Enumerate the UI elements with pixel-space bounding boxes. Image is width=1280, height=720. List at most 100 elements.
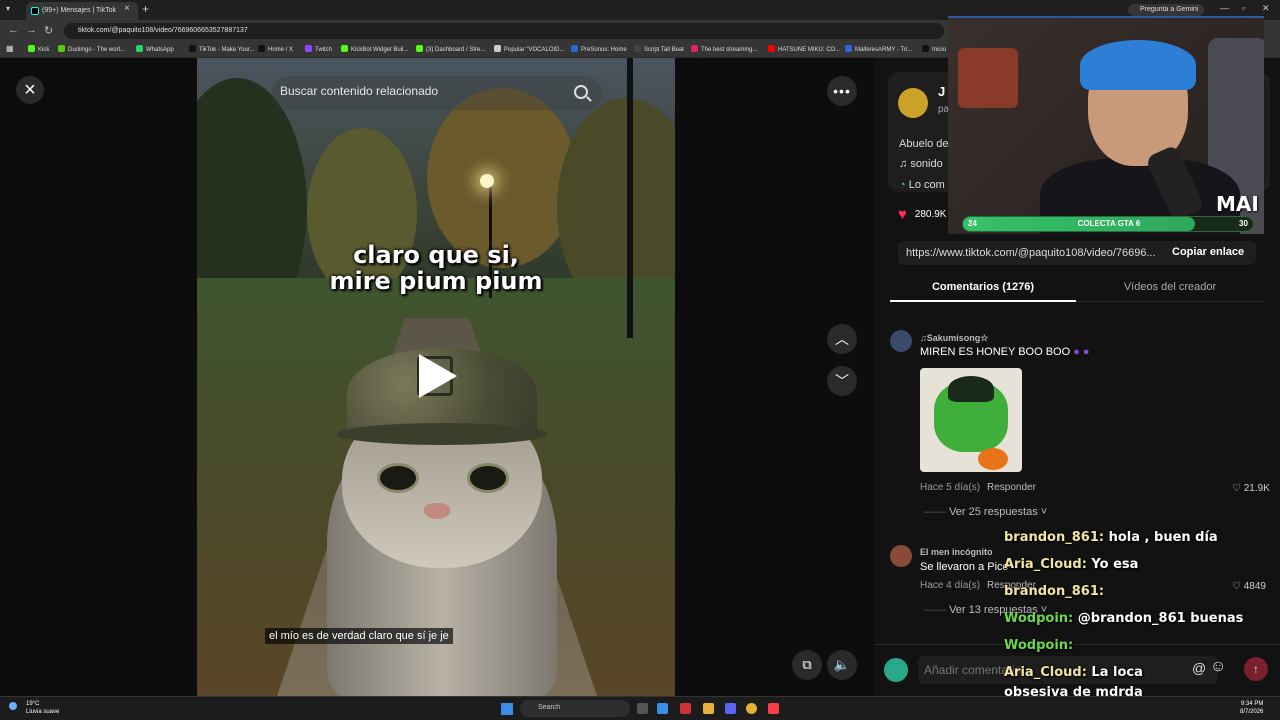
- comment-time: Hace 5 día(s): [920, 482, 981, 493]
- mention-icon[interactable]: @: [1192, 660, 1206, 676]
- bookmark-label: The best streaming...: [701, 47, 758, 53]
- new-tab-icon[interactable]: +: [142, 2, 149, 16]
- tab-comments[interactable]: Comentarios (1276): [890, 276, 1076, 302]
- bookmark-item[interactable]: KickBot Widget Buil...: [341, 45, 408, 53]
- chat-text: hola , buen día: [1108, 530, 1218, 545]
- bookmark-item[interactable]: PreSonus: Home: [571, 45, 627, 53]
- chevron-down-icon: ˅: [1037, 506, 1048, 518]
- edge-icon[interactable]: [657, 703, 668, 714]
- panel-tabs: Comentarios (1276) Vídeos del creador: [890, 276, 1264, 302]
- close-video-button[interactable]: ×: [16, 76, 44, 104]
- system-clock[interactable]: 9:34 PM 8/7/2026: [1240, 700, 1263, 716]
- reload-icon[interactable]: ↻: [44, 24, 53, 37]
- comment-username[interactable]: ♫Sakumisong☆: [920, 333, 988, 344]
- like-heart-icon: ♡: [1232, 581, 1244, 592]
- bookmark-item[interactable]: (3) Dashboard / Stre...: [416, 45, 485, 53]
- bookmark-favicon-icon: [768, 45, 775, 52]
- windows-start-icon[interactable]: [501, 703, 513, 715]
- bookmark-item[interactable]: Duolingo - The worl...: [58, 45, 125, 53]
- copy-link-button[interactable]: Copiar enlace: [1172, 246, 1244, 258]
- app-icon[interactable]: [680, 703, 691, 714]
- emoji-picker-icon[interactable]: ☺: [1210, 658, 1226, 676]
- tab-search-icon[interactable]: ▾: [6, 4, 10, 13]
- music-app-icon[interactable]: [768, 703, 779, 714]
- play-icon[interactable]: [419, 354, 457, 398]
- sound-row[interactable]: ♫ sonido: [899, 158, 943, 170]
- chat-text: Yo esa: [1091, 557, 1139, 572]
- volume-icon[interactable]: 🔈: [827, 650, 857, 680]
- collection-row[interactable]: ◔ Lo com: [899, 179, 945, 191]
- share-link-text: https://www.tiktok.com/@paquito108/video…: [906, 247, 1156, 259]
- comment-likes[interactable]: ♡ 4849: [1232, 581, 1266, 592]
- bookmark-item[interactable]: WhatsApp: [136, 45, 174, 53]
- previous-video-chevron-up-icon[interactable]: ︿: [827, 324, 857, 354]
- comment-sticker-image[interactable]: [920, 368, 1022, 472]
- comment-text: Se llevaron a Pico: [920, 561, 1009, 573]
- reply-button[interactable]: Responder: [987, 482, 1036, 493]
- mini-player-icon[interactable]: ⧉: [792, 650, 822, 680]
- bookmark-item[interactable]: Kick: [28, 45, 49, 53]
- more-options-icon[interactable]: •••: [827, 76, 857, 106]
- bookmark-item[interactable]: MaiferesARMY - Tri...: [845, 45, 912, 53]
- close-tab-icon[interactable]: ×: [124, 3, 130, 14]
- next-video-chevron-down-icon[interactable]: ﹀: [827, 366, 857, 396]
- back-icon[interactable]: ←: [8, 24, 19, 36]
- bookmark-favicon-icon: [341, 45, 348, 52]
- bookmark-favicon-icon: [305, 45, 312, 52]
- bookmark-item[interactable]: The best streaming...: [691, 45, 757, 53]
- windows-taskbar: 19°C Lluvia suave Search 9:34 PM 8/7/202…: [0, 696, 1280, 720]
- bookmark-label: Kick: [38, 47, 50, 53]
- author-avatar[interactable]: [898, 88, 928, 118]
- bookmark-item[interactable]: Home / X: [258, 45, 293, 53]
- comment-username[interactable]: El men incógnito: [920, 547, 993, 557]
- taskbar-search[interactable]: Search: [520, 700, 630, 717]
- clock-date: 8/7/2026: [1240, 709, 1264, 715]
- bookmark-favicon-icon: [28, 45, 35, 52]
- url-text: tiktok.com/@paquito108/video/76696066535…: [78, 27, 248, 34]
- task-view-icon[interactable]: [637, 703, 648, 714]
- maximize-icon[interactable]: ▫: [1242, 3, 1245, 13]
- browser-tab-tiktok[interactable]: (99+) Mensajes | TikTok: [26, 2, 138, 20]
- comment-avatar[interactable]: [890, 545, 912, 567]
- minimize-icon[interactable]: —: [1220, 3, 1229, 13]
- gemini-button[interactable]: Pregunta a Gemini: [1128, 4, 1204, 16]
- bookmark-favicon-icon: [189, 45, 196, 52]
- bookmark-label: HATSUNE MIKU: CO...: [778, 47, 841, 53]
- comment-avatar[interactable]: [890, 330, 912, 352]
- search-icon[interactable]: [574, 85, 588, 99]
- weather-widget[interactable]: 19°C Lluvia suave: [9, 700, 59, 716]
- author-name[interactable]: J: [938, 84, 945, 99]
- my-avatar: [884, 658, 908, 682]
- send-comment-button[interactable]: ↑: [1244, 657, 1268, 681]
- bookmark-item[interactable]: Script Tall Beat: [634, 45, 684, 53]
- chat-username: brandon_861:: [1004, 584, 1105, 599]
- chat-message: Wodpoin: @brandon_861 buenas: [1004, 611, 1243, 626]
- view-replies[interactable]: —— Ver 25 respuestas ˅: [924, 506, 1047, 518]
- url-field[interactable]: tiktok.com/@paquito108/video/76696066535…: [64, 23, 944, 39]
- window-close-icon[interactable]: ✕: [1262, 3, 1270, 14]
- chrome-icon[interactable]: [746, 703, 757, 714]
- discord-icon[interactable]: [725, 703, 736, 714]
- comment-text: MIREN ES HONEY BOO BOO ● ●: [920, 346, 1090, 358]
- file-explorer-icon[interactable]: [703, 703, 714, 714]
- bookmark-item[interactable]: Popular "VOCALOID...: [494, 45, 565, 53]
- bookmark-item[interactable]: Twitch: [305, 45, 332, 53]
- collection-icon: ◔: [899, 179, 909, 191]
- video-description: Abuelo de: [899, 138, 949, 150]
- bookmark-item[interactable]: HATSUNE MIKU: CO...: [768, 45, 840, 53]
- video-player[interactable]: claro que si, mire pium pium el mío es d…: [197, 58, 675, 696]
- related-search-input[interactable]: [280, 84, 560, 98]
- comment-likes-count: 21.9K: [1243, 483, 1270, 494]
- bookmark-label: MaiferesARMY - Tri...: [855, 47, 913, 53]
- cat-eye-right: [467, 463, 509, 493]
- comment-likes[interactable]: ♡ 21.9K: [1232, 483, 1270, 494]
- chat-message: Wodpoin:: [1004, 638, 1073, 653]
- apps-icon[interactable]: ▦: [6, 44, 14, 53]
- comment-likes-count: 4849: [1243, 581, 1266, 592]
- bookmark-item[interactable]: Inicio: [922, 45, 946, 53]
- forward-icon[interactable]: →: [26, 24, 37, 36]
- video-caption: claro que si, mire pium pium: [197, 242, 675, 294]
- tab-creator-videos[interactable]: Vídeos del creador: [1076, 276, 1264, 302]
- heart-icon[interactable]: ♥: [898, 206, 912, 223]
- bookmark-item[interactable]: TikTok - Make Your...: [189, 45, 254, 53]
